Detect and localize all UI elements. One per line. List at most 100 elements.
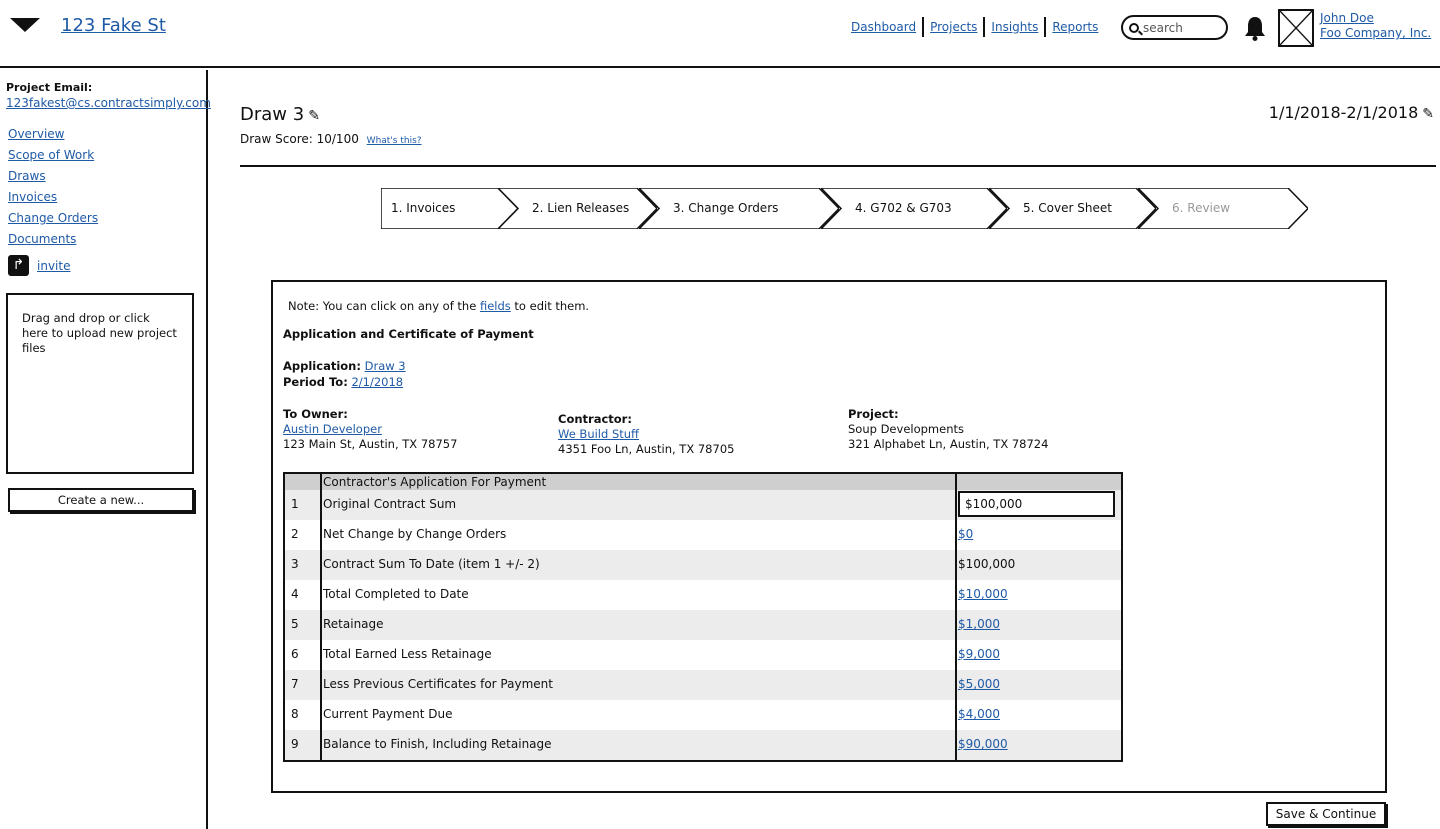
column-divider — [320, 474, 322, 760]
step-label: 1. Invoices — [391, 201, 456, 215]
whats-this-link[interactable]: What's this? — [367, 136, 422, 146]
table-row: 7 Less Previous Certificates for Payment $… — [285, 670, 1121, 700]
step-label: 3. Change Orders — [673, 201, 779, 215]
table-row: 8 Current Payment Due $4,000 — [285, 700, 1121, 730]
row-number: 5 — [291, 617, 299, 631]
row-label: Total Earned Less Retainage — [323, 647, 492, 661]
row-number: 6 — [291, 647, 299, 661]
share-icon: ↱ — [8, 255, 29, 276]
step-label: 4. G702 & G703 — [855, 201, 952, 215]
row-value[interactable]: $90,000 — [958, 737, 1008, 751]
project-address-link[interactable]: 123 Fake St — [61, 15, 166, 36]
menu-dropdown-icon[interactable] — [10, 18, 40, 32]
nav-reports[interactable]: Reports — [1046, 17, 1104, 37]
row-value[interactable]: $9,000 — [958, 647, 1000, 661]
owner-block: To Owner: Austin Developer 123 Main St, … — [283, 407, 457, 452]
sidebar-item-invoices[interactable]: Invoices — [8, 190, 57, 204]
sidebar-item-change-orders[interactable]: Change Orders — [8, 211, 98, 225]
application-form-panel: Note: You can click on any of the fields… — [271, 280, 1387, 793]
row-label: Less Previous Certificates for Payment — [323, 677, 553, 691]
row-value: $100,000 — [958, 557, 1016, 571]
owner-name-link[interactable]: Austin Developer — [283, 422, 382, 436]
edit-note: Note: You can click on any of the fields… — [288, 299, 589, 313]
project-name: Soup Developments — [848, 422, 964, 436]
user-info: John Doe Foo Company, Inc. — [1320, 11, 1431, 41]
save-continue-button[interactable]: Save & Continue — [1266, 802, 1386, 826]
search-input[interactable]: search — [1121, 15, 1228, 40]
project-email-label: Project Email: — [6, 81, 93, 94]
contractor-label: Contractor: — [558, 412, 632, 426]
table-header-label: Contractor's Application For Payment — [323, 475, 547, 489]
nav-projects[interactable]: Projects — [924, 17, 986, 37]
table-row: 9 Balance to Finish, Including Retainage $… — [285, 730, 1121, 760]
project-label: Project: — [848, 407, 899, 421]
application-info: Application: Draw 3 Period To: 2/1/2018 — [283, 358, 406, 390]
contractor-name-link[interactable]: We Build Stuff — [558, 427, 639, 441]
sidebar-item-documents[interactable]: Documents — [8, 232, 76, 246]
user-name-link[interactable]: John Doe — [1320, 11, 1374, 25]
row-label: Current Payment Due — [323, 707, 453, 721]
step-label: 6. Review — [1172, 201, 1231, 215]
date-range: 1/1/2018-2/1/2018 ✎ — [1269, 103, 1434, 122]
table-row: 2 Net Change by Change Orders $0 — [285, 520, 1121, 550]
row-number: 9 — [291, 737, 299, 751]
form-heading: Application and Certificate of Payment — [283, 327, 534, 341]
nav-dashboard[interactable]: Dashboard — [851, 17, 925, 37]
row-number: 8 — [291, 707, 299, 721]
original-contract-sum-input[interactable]: $100,000 — [958, 491, 1115, 517]
row-label: Retainage — [323, 617, 384, 631]
divider — [240, 165, 1436, 167]
row-number: 4 — [291, 587, 299, 601]
row-label: Original Contract Sum — [323, 497, 457, 511]
row-label: Net Change by Change Orders — [323, 527, 507, 541]
contractor-address: 4351 Foo Ln, Austin, TX 78705 — [558, 442, 735, 456]
project-address: 321 Alphabet Ln, Austin, TX 78724 — [848, 437, 1049, 451]
search-placeholder: search — [1143, 20, 1183, 35]
step-2[interactable]: 2. Lien Releases — [498, 188, 657, 229]
file-upload-dropzone[interactable]: Drag and drop or click here to upload ne… — [6, 293, 194, 474]
table-row: 3 Contract Sum To Date (item 1 +/- 2) $100… — [285, 550, 1121, 580]
sidebar-nav: Overview Scope of Work Draws Invoices Ch… — [8, 124, 98, 250]
row-value[interactable]: $4,000 — [958, 707, 1000, 721]
nav-insights[interactable]: Insights — [985, 17, 1047, 37]
table-row: 4 Total Completed to Date $10,000 — [285, 580, 1121, 610]
edit-pencil-icon[interactable]: ✎ — [308, 108, 320, 124]
row-number: 1 — [291, 497, 299, 511]
row-label: Total Completed to Date — [323, 587, 469, 601]
step-3[interactable]: 3. Change Orders — [639, 188, 839, 229]
sidebar-item-draws[interactable]: Draws — [8, 169, 46, 183]
project-email-link[interactable]: 123fakest@cs.contractsimply.com — [6, 96, 211, 110]
period-value-link[interactable]: 2/1/2018 — [351, 375, 403, 389]
company-link[interactable]: Foo Company, Inc. — [1320, 26, 1431, 40]
avatar[interactable] — [1278, 9, 1314, 47]
step-label: 2. Lien Releases — [532, 201, 630, 215]
step-4[interactable]: 4. G702 & G703 — [821, 188, 1007, 229]
row-value[interactable]: $5,000 — [958, 677, 1000, 691]
invite-label[interactable]: invite — [37, 259, 70, 273]
sidebar: Project Email: 123fakest@cs.contractsimp… — [0, 70, 211, 829]
contractor-block: Contractor: We Build Stuff 4351 Foo Ln, … — [558, 412, 734, 457]
fields-link[interactable]: fields — [480, 299, 511, 313]
sidebar-item-overview[interactable]: Overview — [8, 127, 65, 141]
step-6[interactable]: 6. Review — [1138, 188, 1308, 229]
row-value[interactable]: $0 — [958, 527, 973, 541]
note-suffix: to edit them. — [514, 299, 590, 313]
bell-icon[interactable] — [1244, 15, 1266, 41]
step-5[interactable]: 5. Cover Sheet — [989, 188, 1156, 229]
invite-link[interactable]: ↱ invite — [8, 255, 70, 276]
row-label: Contract Sum To Date (item 1 +/- 2) — [323, 557, 540, 571]
application-value-link[interactable]: Draw 3 — [365, 359, 406, 373]
create-new-button[interactable]: Create a new... — [8, 488, 194, 512]
row-value[interactable]: $10,000 — [958, 587, 1008, 601]
table-header-row: Contractor's Application For Payment — [285, 474, 1121, 490]
owner-address: 123 Main St, Austin, TX 78757 — [283, 437, 458, 451]
application-label: Application: — [283, 359, 361, 373]
draw-title-text: Draw 3 — [240, 104, 305, 125]
sidebar-item-scope-of-work[interactable]: Scope of Work — [8, 148, 94, 162]
table-row: 6 Total Earned Less Retainage $9,000 — [285, 640, 1121, 670]
row-label: Balance to Finish, Including Retainage — [323, 737, 552, 751]
row-number: 2 — [291, 527, 299, 541]
row-value[interactable]: $1,000 — [958, 617, 1000, 631]
edit-date-pencil-icon[interactable]: ✎ — [1422, 106, 1434, 122]
project-block: Project: Soup Developments 321 Alphabet … — [848, 407, 1048, 452]
